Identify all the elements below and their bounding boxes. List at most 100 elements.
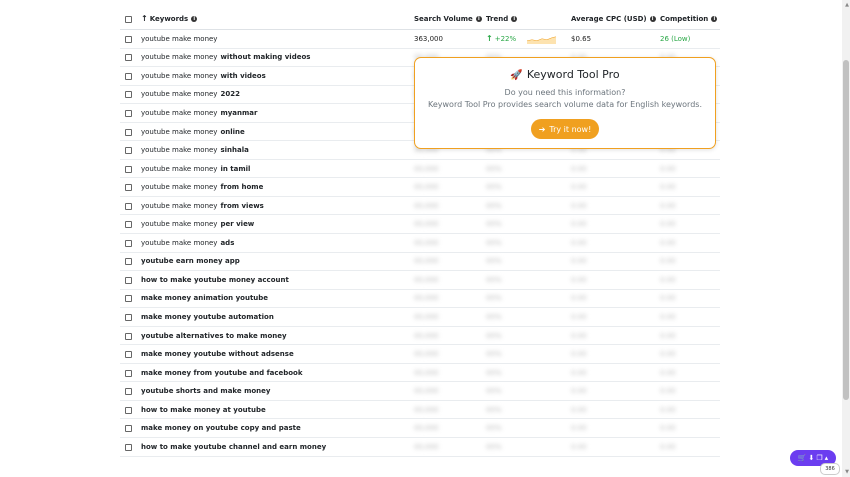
row-checkbox[interactable]: [125, 406, 132, 414]
row-checkbox[interactable]: [125, 443, 132, 451]
keyword-cell[interactable]: youtube make money from home: [141, 178, 263, 196]
keyword-cell[interactable]: make money from youtube and facebook: [141, 364, 303, 382]
table-row[interactable]: youtube shorts and make money 00,000 00% 0.…: [120, 382, 720, 401]
search-volume-column-header[interactable]: Search Volume i: [414, 8, 482, 29]
table-row[interactable]: make money youtube without adsense 00,000…: [120, 345, 720, 364]
row-checkbox[interactable]: [125, 332, 132, 340]
table-row[interactable]: youtube make money ads 00,000 00% 0.00 0.00: [120, 234, 720, 253]
keyword-text: how to make youtube money account: [141, 275, 289, 284]
try-it-now-button[interactable]: ➔ Try it now!: [531, 119, 599, 139]
table-row[interactable]: youtube make money per view 00,000 00% 0.00 0…: [120, 215, 720, 235]
keyword-cell[interactable]: youtube make money myanmar: [141, 104, 258, 122]
row-checkbox[interactable]: [125, 295, 132, 303]
keyword-cell[interactable]: youtube make money per view: [141, 215, 254, 233]
keyword-cell[interactable]: make money on youtube copy and paste: [141, 419, 301, 437]
keyword-cell[interactable]: youtube make money 2022: [141, 86, 240, 104]
table-row[interactable]: make money on youtube copy and paste 00,0…: [120, 419, 720, 439]
table-row[interactable]: make money animation youtube 00,000 00% 0.0…: [120, 290, 720, 309]
cpc-cell-masked: 0.00: [571, 183, 587, 192]
keyword-cell[interactable]: youtube make money online: [141, 123, 245, 141]
download-icon[interactable]: ⬇: [809, 454, 815, 462]
keyword-cell[interactable]: how to make youtube channel and earn mon…: [141, 438, 326, 456]
row-checkbox[interactable]: [125, 221, 132, 229]
row-checkbox[interactable]: [125, 54, 132, 62]
keyword-cell[interactable]: youtube make money without making videos: [141, 49, 310, 67]
cpc-cell-masked: 0.00: [571, 275, 587, 284]
table-row[interactable]: youtube make money from home 00,000 00% 0.00…: [120, 178, 720, 197]
keyword-suffix: from views: [220, 201, 264, 210]
scrollbar[interactable]: ▲ ▼: [842, 0, 850, 477]
row-checkbox[interactable]: [125, 128, 132, 136]
row-checkbox[interactable]: [125, 202, 132, 210]
keyword-cell[interactable]: youtube make money from views: [141, 197, 264, 215]
keyword-cell[interactable]: make money youtube without adsense: [141, 345, 294, 363]
table-row[interactable]: make money from youtube and facebook 00,0…: [120, 364, 720, 383]
copy-icon[interactable]: ❐: [816, 454, 822, 462]
row-checkbox[interactable]: [125, 72, 132, 80]
keyword-cell[interactable]: youtube make money with videos: [141, 67, 266, 85]
select-all-checkbox[interactable]: [125, 15, 132, 23]
scroll-up-arrow-icon[interactable]: ▲: [845, 2, 849, 8]
keywords-column-header[interactable]: ↑ Keywords i: [141, 8, 198, 29]
keyword-cell[interactable]: make money animation youtube: [141, 290, 268, 308]
row-checkbox[interactable]: [125, 109, 132, 117]
row-checkbox[interactable]: [125, 165, 132, 173]
row-checkbox[interactable]: [125, 388, 132, 396]
keyword-cell[interactable]: youtube make money: [141, 30, 217, 48]
scroll-thumb[interactable]: [843, 60, 849, 400]
volume-cell-masked: 00,000: [414, 387, 439, 396]
table-row[interactable]: youtube make money in tamil 00,000 00% 0.00 0…: [120, 160, 720, 179]
row-checkbox[interactable]: [125, 369, 132, 377]
keyword-cell[interactable]: how to make youtube money account: [141, 271, 289, 289]
row-checkbox[interactable]: [125, 351, 132, 359]
table-row[interactable]: how to make youtube channel and earn mon…: [120, 438, 720, 457]
info-icon[interactable]: i: [475, 15, 482, 22]
info-icon[interactable]: i: [649, 15, 656, 22]
row-checkbox[interactable]: [125, 425, 132, 433]
row-checkbox[interactable]: [125, 258, 132, 266]
trend-cell-masked: 00%: [486, 312, 502, 321]
keyword-cell[interactable]: youtube make money sinhala: [141, 141, 249, 159]
keyword-cell[interactable]: youtube make money ads: [141, 234, 234, 252]
keyword-suffix: in tamil: [220, 164, 251, 173]
table-row[interactable]: youtube alternatives to make money 00,000…: [120, 327, 720, 346]
row-checkbox[interactable]: [125, 35, 132, 43]
scroll-down-arrow-icon[interactable]: ▼: [845, 469, 849, 475]
keyword-cell[interactable]: youtube alternatives to make money: [141, 327, 287, 345]
volume-cell-masked: 00,000: [414, 238, 439, 247]
table-row[interactable]: youtube make money 363,000 ↑ +22% $0.65 …: [120, 30, 720, 49]
trend-sparkline: [527, 36, 557, 44]
keyword-cell[interactable]: youtube shorts and make money: [141, 382, 270, 400]
table-row[interactable]: how to make money at youtube 00,000 00% 0.0…: [120, 401, 720, 420]
cart-icon[interactable]: 🛒: [798, 454, 807, 462]
row-checkbox[interactable]: [125, 276, 132, 284]
trend-column-header[interactable]: Trend i: [486, 8, 518, 29]
table-row[interactable]: make money youtube automation 00,000 00% 0.…: [120, 308, 720, 327]
row-checkbox[interactable]: [125, 184, 132, 192]
table-row[interactable]: youtube make money from views 00,000 00% 0.0…: [120, 197, 720, 216]
competition-column-header[interactable]: Competition i: [660, 8, 718, 29]
trend-cell-masked: 00%: [486, 387, 502, 396]
row-checkbox[interactable]: [125, 91, 132, 99]
trend-up-arrow-icon: ↑: [486, 34, 493, 44]
trend-cell-masked: 00%: [486, 294, 502, 303]
table-row[interactable]: youtube earn money app 00,000 00% 0.00 0.00: [120, 253, 720, 272]
table-row[interactable]: how to make youtube money account 00,000 0…: [120, 271, 720, 290]
trend-cell-masked: 00%: [486, 257, 502, 266]
volume-cell-masked: 00,000: [414, 164, 439, 173]
keyword-cell[interactable]: youtube make money in tamil: [141, 160, 250, 178]
row-checkbox[interactable]: [125, 313, 132, 321]
keyword-cell[interactable]: how to make money at youtube: [141, 401, 266, 419]
row-checkbox[interactable]: [125, 147, 132, 155]
info-icon[interactable]: i: [191, 15, 198, 22]
row-checkbox[interactable]: [125, 239, 132, 247]
keyword-cell[interactable]: make money youtube automation: [141, 308, 274, 326]
keyword-text: make money youtube automation: [141, 312, 274, 321]
cpc-column-header[interactable]: Average CPC (USD) i: [571, 8, 656, 29]
info-icon[interactable]: i: [511, 15, 518, 22]
cpc-cell-masked: 0.00: [571, 201, 587, 210]
chevron-up-icon[interactable]: ▴: [825, 454, 829, 462]
info-icon[interactable]: i: [711, 15, 718, 22]
keyword-cell[interactable]: youtube earn money app: [141, 253, 240, 271]
cpc-cell-masked: 0.00: [571, 164, 587, 173]
